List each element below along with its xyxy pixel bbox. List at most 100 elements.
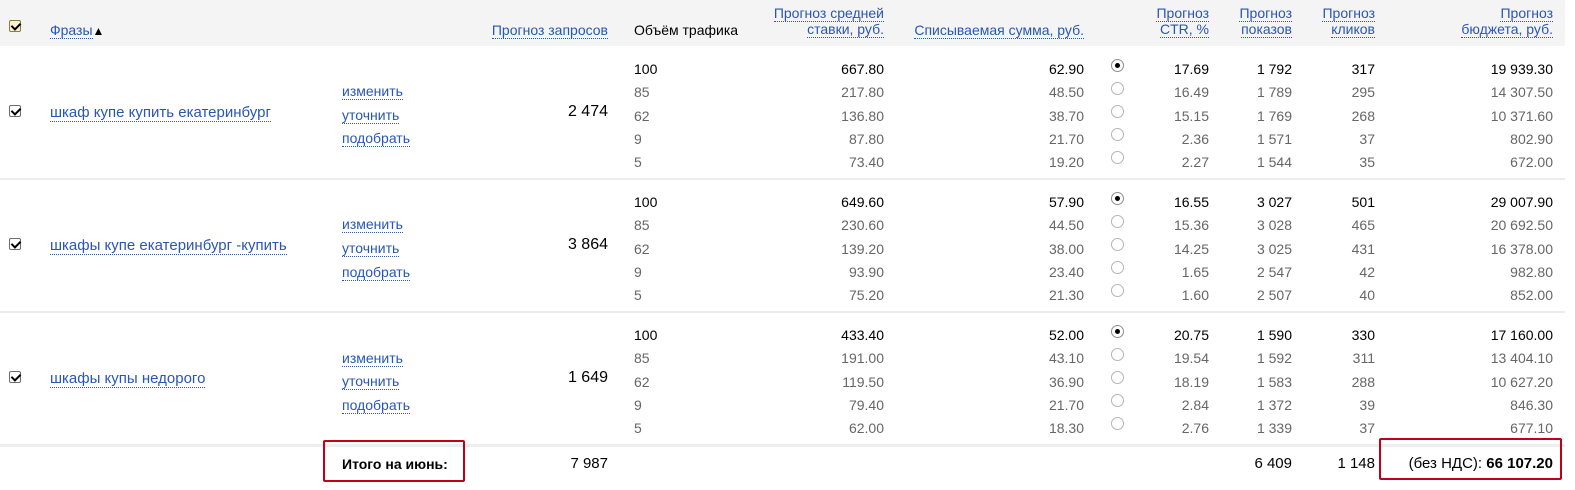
bid-radio[interactable] xyxy=(1111,284,1124,297)
bid-radio[interactable] xyxy=(1111,348,1124,361)
avg-bid: 136.80 xyxy=(841,108,884,124)
bid-radio[interactable] xyxy=(1111,105,1124,118)
forecast-requests-value: 2 474 xyxy=(567,103,608,120)
header-ctr-line2: CTR, % xyxy=(1160,21,1209,38)
refine-link[interactable]: уточнить xyxy=(342,240,400,257)
ctr: 17.69 xyxy=(1173,61,1209,77)
select-all-checkbox[interactable] xyxy=(9,20,21,32)
traffic-volume: 85 xyxy=(634,84,650,100)
traffic-volume: 9 xyxy=(634,397,642,413)
ctr: 15.36 xyxy=(1173,217,1209,233)
pick-link-label: подобрать xyxy=(342,397,411,414)
bid-radio[interactable] xyxy=(1111,261,1124,274)
clicks: 431 xyxy=(1351,241,1375,257)
ctr: 1.60 xyxy=(1181,287,1209,303)
bid-radio-selected[interactable] xyxy=(1111,192,1124,205)
ctr: 16.55 xyxy=(1173,194,1209,210)
charged-amount: 57.90 xyxy=(1048,194,1084,210)
budget: 10 371.60 xyxy=(1490,108,1553,124)
forecast-table: Фразы▲ Прогноз запросов Объём трафика Пр… xyxy=(0,0,1575,490)
avg-bid: 93.90 xyxy=(848,264,884,280)
header-phrases-sort[interactable]: Фразы▲ xyxy=(50,22,104,39)
avg-bid: 667.80 xyxy=(841,61,884,77)
pick-link[interactable]: подобрать xyxy=(342,264,411,281)
phrase-checkbox[interactable] xyxy=(9,371,21,383)
impressions: 3 028 xyxy=(1256,217,1292,233)
refine-link[interactable]: уточнить xyxy=(342,373,400,390)
header-avg-bid-line1: Прогноз средней xyxy=(773,5,884,22)
ctr: 1.65 xyxy=(1181,264,1209,280)
header-forecast-requests[interactable]: Прогноз запросов xyxy=(491,22,608,39)
pick-link[interactable]: подобрать xyxy=(342,130,411,147)
ctr: 14.25 xyxy=(1173,241,1209,257)
budget: 17 160.00 xyxy=(1490,327,1553,343)
header-charged-amount[interactable]: Списываемая сумма, руб. xyxy=(914,22,1084,39)
bid-radio[interactable] xyxy=(1111,215,1124,228)
bid-radio[interactable] xyxy=(1111,128,1124,141)
phrase-link[interactable]: шкафы купы недорого xyxy=(50,370,206,388)
phrase-link[interactable]: шкаф купе купить екатеринбург xyxy=(50,104,271,122)
avg-bid: 139.20 xyxy=(841,241,884,257)
bid-radio-selected[interactable] xyxy=(1111,325,1124,338)
bid-radio-selected[interactable] xyxy=(1111,59,1124,72)
ctr: 2.76 xyxy=(1181,420,1209,436)
impressions: 1 339 xyxy=(1256,420,1292,436)
clicks: 465 xyxy=(1351,217,1375,233)
budget: 14 307.50 xyxy=(1490,84,1553,100)
header-ctr[interactable]: Прогноз CTR, % xyxy=(1156,5,1209,38)
charged-amount: 52.00 xyxy=(1048,327,1084,343)
header-budget[interactable]: Прогноз бюджета, руб. xyxy=(1461,5,1553,38)
budget: 16 378.00 xyxy=(1490,241,1553,257)
budget: 13 404.10 xyxy=(1490,350,1553,366)
ctr: 20.75 xyxy=(1173,327,1209,343)
header-clicks[interactable]: Прогноз кликов xyxy=(1322,5,1375,38)
change-link[interactable]: изменить xyxy=(342,216,403,233)
totals-requests: 7 987 xyxy=(570,455,608,472)
header-impressions-line2: показов xyxy=(1241,21,1292,38)
avg-bid: 119.50 xyxy=(842,374,884,390)
avg-bid: 433.40 xyxy=(841,327,884,343)
traffic-volume: 85 xyxy=(634,217,650,233)
totals-budget-value: 66 107.20 xyxy=(1486,455,1553,472)
ctr: 19.54 xyxy=(1173,350,1209,366)
bid-radio[interactable] xyxy=(1111,417,1124,430)
forecast-requests-value: 3 864 xyxy=(567,236,608,253)
header-forecast-requests-label: Прогноз запросов xyxy=(491,22,608,39)
charged-amount: 43.10 xyxy=(1048,350,1084,366)
phrase-link[interactable]: шкафы купе екатеринбург -купить xyxy=(50,237,287,255)
refine-link[interactable]: уточнить xyxy=(342,107,400,124)
ctr: 2.27 xyxy=(1181,154,1209,170)
avg-bid: 217.80 xyxy=(841,84,884,100)
avg-bid: 79.40 xyxy=(848,397,884,413)
impressions: 1 789 xyxy=(1256,84,1292,100)
refine-link-label: уточнить xyxy=(342,240,400,257)
impressions: 2 547 xyxy=(1256,264,1292,280)
pick-link-label: подобрать xyxy=(342,130,411,147)
bid-radio[interactable] xyxy=(1111,394,1124,407)
bid-radio[interactable] xyxy=(1111,238,1124,251)
totals-separator xyxy=(0,444,1565,447)
charged-amount: 18.30 xyxy=(1048,420,1084,436)
budget: 852.00 xyxy=(1510,287,1553,303)
bid-radio[interactable] xyxy=(1111,82,1124,95)
phrase-checkbox[interactable] xyxy=(9,238,21,250)
clicks: 295 xyxy=(1351,84,1375,100)
bid-radio[interactable] xyxy=(1111,371,1124,384)
budget: 802.90 xyxy=(1510,131,1553,147)
charged-amount: 38.70 xyxy=(1048,108,1084,124)
change-link[interactable]: изменить xyxy=(342,350,403,367)
avg-bid: 62.00 xyxy=(848,420,884,436)
phrase-checkbox[interactable] xyxy=(9,105,21,117)
header-impressions[interactable]: Прогноз показов xyxy=(1239,5,1292,38)
pick-link[interactable]: подобрать xyxy=(342,397,411,414)
charged-amount: 23.40 xyxy=(1048,264,1084,280)
impressions: 1 769 xyxy=(1256,108,1292,124)
change-link[interactable]: изменить xyxy=(342,83,403,100)
header-charged-amount-label: Списываемая сумма, руб. xyxy=(914,22,1084,39)
header-avg-bid[interactable]: Прогноз средней ставки, руб. xyxy=(773,5,884,38)
bid-radio[interactable] xyxy=(1111,151,1124,164)
clicks: 288 xyxy=(1351,374,1375,390)
forecast-requests-value: 1 649 xyxy=(567,369,608,386)
charged-amount: 21.70 xyxy=(1048,397,1084,413)
budget: 846.30 xyxy=(1510,397,1553,413)
